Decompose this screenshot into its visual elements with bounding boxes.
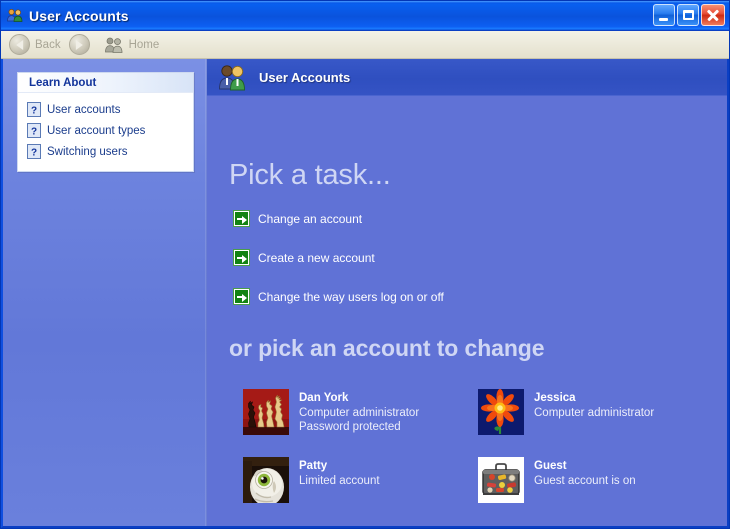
account-password-status: Password protected <box>299 421 401 433</box>
user-accounts-window: User Accounts Back Home Learn About ? Us… <box>0 0 730 529</box>
sidebar-item-user-account-types[interactable]: ? User account types <box>27 120 189 141</box>
close-button[interactable] <box>701 4 725 26</box>
navigation-toolbar: Back Home <box>1 31 729 59</box>
account-tile-patty[interactable]: Patty Limited account <box>243 457 478 525</box>
suitcase-picture <box>478 457 524 503</box>
svg-text:?: ? <box>31 127 37 138</box>
svg-text:?: ? <box>31 106 37 117</box>
task-label: Change the way users log on or off <box>258 289 444 304</box>
green-arrow-icon <box>234 211 249 226</box>
maximize-button[interactable] <box>677 4 699 26</box>
page-banner-title: User Accounts <box>259 69 351 85</box>
chess-pieces-picture <box>243 389 289 435</box>
learn-about-list: ? User accounts ? User account types ? S… <box>18 93 193 171</box>
account-tile-guest[interactable]: Guest Guest account is on <box>478 457 713 525</box>
forward-arrow-icon <box>68 34 90 55</box>
two-users-icon <box>218 63 248 91</box>
task-panel: Pick a task... Change an account Create … <box>207 96 727 525</box>
account-name: Jessica <box>534 392 576 404</box>
account-tile-dan-york[interactable]: Dan York Computer administrator Password… <box>243 389 478 457</box>
maximize-icon <box>683 10 694 20</box>
account-info: Jessica Computer administrator <box>534 389 654 420</box>
account-info: Patty Limited account <box>299 457 380 488</box>
task-change-an-account[interactable]: Change an account <box>234 211 362 226</box>
sidebar-item-label: Switching users <box>47 145 128 158</box>
minimize-button[interactable] <box>653 4 675 26</box>
page-banner: User Accounts <box>207 59 727 96</box>
back-button-label: Back <box>35 38 61 51</box>
help-question-icon: ? <box>27 144 41 159</box>
window-controls <box>653 4 725 26</box>
account-grid: Dan York Computer administrator Password… <box>243 389 703 525</box>
window-title: User Accounts <box>29 7 129 24</box>
account-type: Computer administrator <box>299 407 420 419</box>
sidebar-item-label: User account types <box>47 124 146 137</box>
task-create-a-new-account[interactable]: Create a new account <box>234 250 375 265</box>
account-name: Dan York <box>299 392 349 404</box>
help-question-icon: ? <box>27 123 41 138</box>
home-users-icon <box>104 36 124 53</box>
sidebar-item-switching-users[interactable]: ? Switching users <box>27 141 189 162</box>
account-info: Dan York Computer administrator Password… <box>299 389 419 434</box>
main-content-area: User Accounts Pick a task... Change an a… <box>207 59 727 526</box>
task-change-logon-method[interactable]: Change the way users log on or off <box>234 289 444 304</box>
account-tile-jessica[interactable]: Jessica Computer administrator <box>478 389 713 457</box>
minimize-icon <box>659 18 668 21</box>
sidebar-item-user-accounts[interactable]: ? User accounts <box>27 99 189 120</box>
back-button[interactable]: Back <box>7 33 67 57</box>
sidebar: Learn About ? User accounts ? User accou… <box>3 59 207 526</box>
task-label: Change an account <box>258 211 363 226</box>
pick-a-task-heading: Pick a task... <box>229 159 391 191</box>
window-body: Learn About ? User accounts ? User accou… <box>1 59 729 528</box>
account-name: Patty <box>299 460 328 472</box>
forward-button[interactable] <box>67 33 96 57</box>
green-arrow-icon <box>234 250 249 265</box>
pick-an-account-heading: or pick an account to change <box>229 335 545 361</box>
home-button[interactable]: Home <box>102 33 166 57</box>
learn-about-header: Learn About <box>18 73 193 93</box>
account-name: Guest <box>534 460 567 472</box>
account-status: Guest account is on <box>534 475 636 487</box>
sidebar-item-label: User accounts <box>47 103 121 116</box>
green-arrow-icon <box>234 289 249 304</box>
account-type: Limited account <box>299 475 380 487</box>
back-arrow-icon <box>9 34 30 55</box>
orange-flower-picture <box>478 389 524 435</box>
window-titlebar[interactable]: User Accounts <box>1 1 729 31</box>
learn-about-title: Learn About <box>29 76 97 89</box>
svg-text:?: ? <box>31 148 37 159</box>
account-type: Computer administrator <box>534 407 655 419</box>
learn-about-panel: Learn About ? User accounts ? User accou… <box>17 72 194 172</box>
account-info: Guest Guest account is on <box>534 457 636 488</box>
help-question-icon: ? <box>27 102 41 117</box>
owl-picture <box>243 457 289 503</box>
task-label: Create a new account <box>258 250 375 265</box>
home-button-label: Home <box>128 38 160 51</box>
users-icon <box>6 7 24 25</box>
